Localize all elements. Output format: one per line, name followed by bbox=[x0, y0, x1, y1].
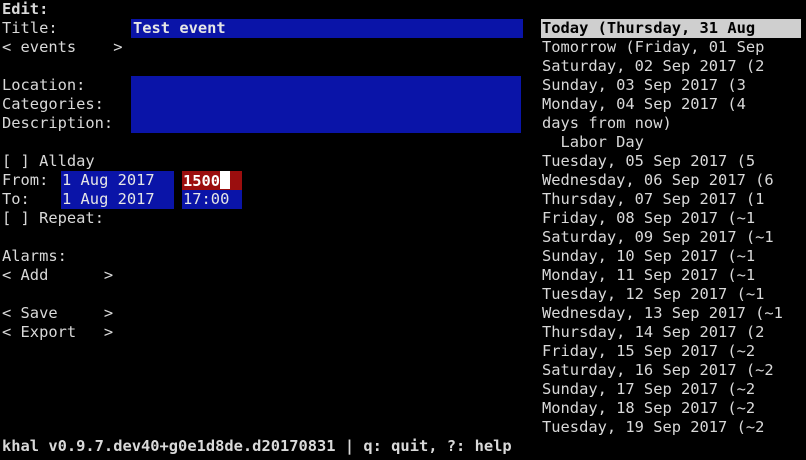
day-list-item[interactable]: Tomorrow (Friday, 01 Sep bbox=[542, 38, 764, 57]
day-list-item[interactable]: Saturday, 02 Sep 2017 (2 bbox=[542, 57, 764, 76]
to-time-input[interactable]: 17:00 bbox=[182, 190, 242, 209]
day-list-item[interactable]: Thursday, 07 Sep 2017 (1 bbox=[542, 190, 764, 209]
description-label: Description: bbox=[2, 114, 114, 132]
text-cursor bbox=[220, 171, 231, 189]
categories-label: Categories: bbox=[2, 95, 104, 113]
day-list-item[interactable]: Sunday, 17 Sep 2017 (~2 bbox=[542, 380, 755, 399]
from-time-value: 1500 bbox=[183, 172, 221, 190]
repeat-label: Repeat: bbox=[39, 209, 104, 227]
day-list-item[interactable]: Tuesday, 12 Sep 2017 (~1 bbox=[542, 285, 764, 304]
title-input[interactable]: Test event bbox=[131, 19, 523, 38]
location-label: Location: bbox=[2, 76, 86, 94]
status-bar: khal v0.9.7.dev40+g0e1d8de.d20170831 | q… bbox=[2, 437, 512, 455]
allday-checkbox[interactable]: [ ] bbox=[2, 152, 30, 170]
day-list-item[interactable]: Tuesday, 19 Sep 2017 (~2 bbox=[542, 418, 764, 437]
allday-label: Allday bbox=[39, 152, 95, 170]
title-label: Title: bbox=[2, 19, 58, 37]
day-list-item[interactable]: Monday, 11 Sep 2017 (~1 bbox=[542, 266, 755, 285]
day-list-item[interactable]: Monday, 04 Sep 2017 (4 bbox=[542, 95, 746, 114]
day-list-item-today[interactable]: Today (Thursday, 31 Aug bbox=[541, 19, 801, 38]
day-list-item[interactable]: Saturday, 16 Sep 2017 (~2 bbox=[542, 361, 774, 380]
editor-heading: Edit: bbox=[2, 0, 49, 18]
to-date-input[interactable]: 1 Aug 2017 bbox=[61, 190, 174, 209]
calendar-selector[interactable]: < events > bbox=[2, 38, 122, 57]
repeat-row[interactable]: [ ] Repeat: bbox=[2, 209, 104, 228]
day-list-event[interactable]: Labor Day bbox=[542, 133, 644, 152]
day-list-item[interactable]: days from now) bbox=[542, 114, 672, 133]
repeat-checkbox[interactable]: [ ] bbox=[2, 209, 30, 227]
from-time-input[interactable]: 1500 bbox=[182, 171, 242, 190]
day-list-item[interactable]: Friday, 08 Sep 2017 (~1 bbox=[542, 209, 755, 228]
location-input[interactable] bbox=[131, 76, 521, 95]
day-list-item[interactable]: Friday, 15 Sep 2017 (~2 bbox=[542, 342, 755, 361]
from-label: From: bbox=[2, 171, 49, 189]
add-alarm-button[interactable]: < Add > bbox=[2, 266, 113, 285]
categories-input[interactable] bbox=[131, 95, 521, 114]
day-list-item[interactable]: Tuesday, 05 Sep 2017 (5 bbox=[542, 152, 755, 171]
day-list-item[interactable]: Wednesday, 06 Sep 2017 (6 bbox=[542, 171, 774, 190]
allday-row[interactable]: [ ] Allday bbox=[2, 152, 95, 171]
day-list-item[interactable]: Wednesday, 13 Sep 2017 (~1 bbox=[542, 304, 783, 323]
save-button[interactable]: < Save > bbox=[2, 304, 113, 323]
alarms-label: Alarms: bbox=[2, 247, 67, 265]
from-date-input[interactable]: 1 Aug 2017 bbox=[61, 171, 174, 190]
day-list-item[interactable]: Thursday, 14 Sep 2017 (2 bbox=[542, 323, 764, 342]
day-list-item[interactable]: Sunday, 10 Sep 2017 (~1 bbox=[542, 247, 755, 266]
day-list-item[interactable]: Sunday, 03 Sep 2017 (3 bbox=[542, 76, 746, 95]
description-input[interactable] bbox=[131, 114, 521, 133]
export-button[interactable]: < Export > bbox=[2, 323, 113, 342]
day-list-item[interactable]: Monday, 18 Sep 2017 (~2 bbox=[542, 399, 755, 418]
day-list-item[interactable]: Saturday, 09 Sep 2017 (~1 bbox=[542, 228, 774, 247]
to-label: To: bbox=[2, 190, 30, 208]
